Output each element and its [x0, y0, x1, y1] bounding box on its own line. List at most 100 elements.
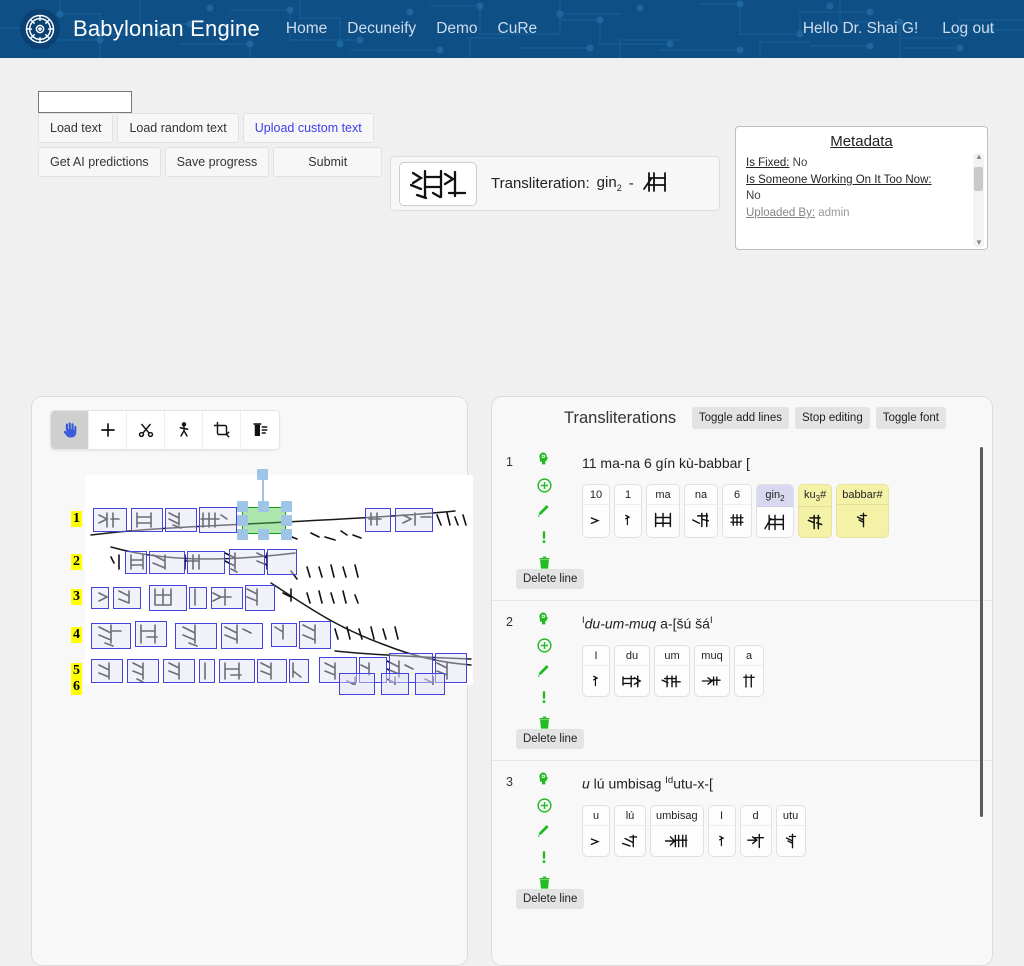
sign-bounding-box[interactable]: [199, 507, 237, 533]
metadata-scrollbar[interactable]: ▲ ▼: [973, 153, 984, 247]
sign-card-highlighted[interactable]: ku3#: [798, 484, 833, 539]
load-text-input[interactable]: [38, 91, 132, 113]
pencil-icon[interactable]: [534, 501, 554, 521]
rotation-handle[interactable]: [257, 469, 268, 480]
sign-bounding-box[interactable]: [395, 508, 433, 532]
stop-editing-button[interactable]: Stop editing: [794, 407, 870, 429]
ai-head-icon[interactable]: [534, 609, 554, 629]
transliteration-text[interactable]: Idu-um-muq a-[šú šáI: [582, 615, 952, 632]
sign-bounding-box[interactable]: [91, 623, 131, 649]
sign-bounding-box[interactable]: [381, 673, 409, 695]
save-progress-button[interactable]: Save progress: [164, 147, 270, 177]
sign-card[interactable]: ma: [646, 484, 680, 539]
get-ai-predictions-button[interactable]: Get AI predictions: [38, 147, 161, 177]
exclamation-icon[interactable]: [534, 527, 554, 547]
sign-bounding-box[interactable]: [271, 623, 297, 647]
delete-line-button[interactable]: Delete line: [516, 729, 585, 749]
sign-bounding-box[interactable]: [125, 551, 147, 574]
scroll-up-arrow[interactable]: ▲: [975, 153, 983, 161]
sign-bounding-box[interactable]: [131, 508, 163, 532]
toggle-font-button[interactable]: Toggle font: [875, 407, 946, 429]
sign-bounding-box[interactable]: [211, 587, 243, 609]
nav-link-home[interactable]: Home: [286, 20, 327, 38]
sign-bounding-box[interactable]: [135, 621, 167, 647]
resize-handle-nw[interactable]: [237, 501, 248, 512]
transliteration-text[interactable]: 11 ma-na 6 gín kù-babbar [: [582, 455, 952, 471]
scroll-down-arrow[interactable]: ▼: [975, 239, 983, 247]
sign-bounding-box[interactable]: [149, 551, 185, 574]
resize-handle-sw[interactable]: [237, 529, 248, 540]
resize-handle-w[interactable]: [237, 515, 248, 526]
circle-plus-icon[interactable]: [534, 635, 554, 655]
resize-handle-ne[interactable]: [281, 501, 292, 512]
pencil-icon[interactable]: [534, 661, 554, 681]
cuneiform-tablet-canvas[interactable]: 1 2 3 4 5 6: [71, 469, 473, 695]
sign-card[interactable]: d: [739, 804, 772, 857]
sign-bounding-box[interactable]: [199, 659, 215, 683]
sign-card[interactable]: a: [734, 644, 764, 697]
hand-icon[interactable]: [51, 411, 89, 449]
sign-bounding-box[interactable]: [245, 585, 275, 611]
sign-bounding-box[interactable]: [415, 673, 445, 695]
sign-bounding-box[interactable]: [149, 585, 187, 611]
sign-card[interactable]: utu: [775, 804, 806, 857]
metadata-scroll-thumb[interactable]: [974, 167, 983, 191]
sign-bounding-box[interactable]: [165, 508, 197, 532]
load-random-text-button[interactable]: Load random text: [117, 113, 239, 143]
sign-bounding-box[interactable]: [289, 659, 309, 683]
toggle-add-lines-button[interactable]: Toggle add lines: [691, 407, 789, 429]
transliteration-text[interactable]: u lú umbisag Idutu-x-[: [582, 775, 952, 792]
sign-bounding-box[interactable]: [267, 549, 297, 575]
sign-bounding-box[interactable]: [113, 587, 141, 609]
resize-handle-s[interactable]: [258, 529, 269, 540]
ai-head-icon[interactable]: [534, 449, 554, 469]
sign-card[interactable]: I: [707, 804, 736, 857]
sign-bounding-box[interactable]: [127, 659, 159, 683]
split-person-icon[interactable]: [165, 411, 203, 449]
sign-bounding-box[interactable]: [189, 587, 207, 609]
exclamation-icon[interactable]: [534, 687, 554, 707]
circle-plus-icon[interactable]: [534, 475, 554, 495]
sign-card[interactable]: lú: [614, 804, 646, 857]
sign-card[interactable]: um: [654, 644, 690, 697]
resize-handle-se[interactable]: [281, 529, 292, 540]
sign-bounding-box[interactable]: [339, 673, 375, 695]
resize-handle-n[interactable]: [258, 501, 269, 512]
logout-link[interactable]: Log out: [942, 20, 994, 38]
submit-button[interactable]: Submit: [273, 147, 383, 177]
transliterations-scrollbar[interactable]: [980, 447, 983, 817]
sign-bounding-box[interactable]: [299, 621, 331, 649]
sign-card[interactable]: I: [582, 644, 610, 697]
sign-card[interactable]: du: [614, 644, 650, 697]
sign-card[interactable]: muq: [694, 644, 730, 697]
sign-card[interactable]: u: [582, 804, 610, 857]
pencil-icon[interactable]: [534, 821, 554, 841]
delete-line-button[interactable]: Delete line: [516, 889, 585, 909]
ai-head-icon[interactable]: [534, 769, 554, 789]
sign-card[interactable]: 6: [722, 484, 752, 539]
sign-bounding-box[interactable]: [219, 659, 255, 683]
sign-bounding-box[interactable]: [91, 587, 109, 609]
sign-card[interactable]: 1: [614, 484, 642, 539]
trash-list-icon[interactable]: [241, 411, 279, 449]
resize-handle-e[interactable]: [281, 515, 292, 526]
nav-link-cure[interactable]: CuRe: [498, 20, 538, 38]
sign-bounding-box[interactable]: [221, 623, 263, 649]
crop-icon[interactable]: [203, 411, 241, 449]
upload-custom-text-button[interactable]: Upload custom text: [242, 113, 374, 143]
sign-bounding-box[interactable]: [175, 623, 217, 649]
sign-bounding-box[interactable]: [163, 659, 195, 683]
sign-card[interactable]: 10: [582, 484, 610, 539]
sign-bounding-box[interactable]: [187, 551, 225, 574]
sign-card[interactable]: umbisag: [650, 804, 704, 857]
nav-link-decuneify[interactable]: Decuneify: [347, 20, 416, 38]
sign-bounding-box[interactable]: [93, 508, 127, 532]
sign-card-highlighted[interactable]: gin2: [756, 484, 794, 539]
load-text-button[interactable]: Load text: [38, 113, 114, 143]
scissors-icon[interactable]: [127, 411, 165, 449]
nav-link-demo[interactable]: Demo: [436, 20, 477, 38]
plus-icon[interactable]: [89, 411, 127, 449]
delete-line-button[interactable]: Delete line: [516, 569, 585, 589]
exclamation-icon[interactable]: [534, 847, 554, 867]
sign-card[interactable]: na: [684, 484, 718, 539]
